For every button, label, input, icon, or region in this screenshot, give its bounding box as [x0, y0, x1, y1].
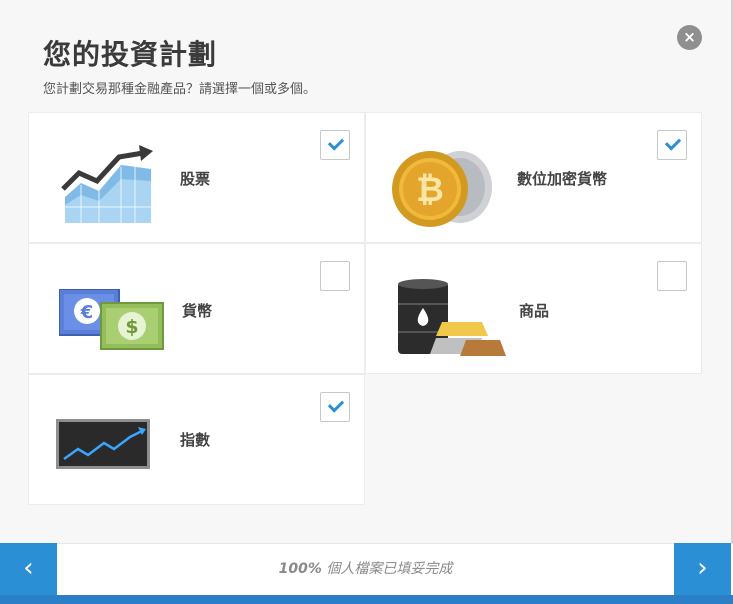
product-card-currencies[interactable]: € $ 貨幣: [28, 243, 365, 374]
progress-bar: [0, 595, 733, 604]
product-label-crypto: 數位加密貨幣: [517, 170, 608, 188]
progress-status: 100% 個人檔案已填妥完成: [57, 543, 674, 595]
product-label-currencies: 貨幣: [182, 302, 213, 320]
index-chart-icon: [56, 419, 150, 469]
page-title: 您的投資計劃: [43, 38, 218, 71]
stock-chart-icon: [61, 145, 153, 223]
progress-footer: ‹ 100% 個人檔案已填妥完成 ›: [0, 543, 733, 604]
progress-label: 個人檔案已填妥完成: [321, 561, 453, 577]
investment-plan-modal: × 您的投資計劃 您計劃交易那種金融產品？請選擇一個或多個。 股票 ₿ 數位加密…: [0, 0, 733, 604]
product-card-indices[interactable]: 指數: [28, 374, 365, 505]
currency-notes-icon: € $: [59, 289, 164, 350]
product-label-stocks: 股票: [180, 170, 211, 188]
svg-text:₿: ₿: [416, 170, 444, 210]
crypto-checkbox[interactable]: [657, 130, 687, 160]
indices-checkbox[interactable]: [320, 392, 350, 422]
close-button[interactable]: ×: [677, 25, 702, 50]
page-subtitle: 您計劃交易那種金融產品？請選擇一個或多個。: [43, 82, 317, 97]
svg-text:€: €: [80, 302, 94, 323]
next-button[interactable]: ›: [674, 543, 731, 595]
commodities-icon: [398, 279, 506, 356]
product-label-commodities: 商品: [519, 302, 550, 320]
product-card-crypto[interactable]: ₿ 數位加密貨幣: [365, 112, 702, 243]
product-card-commodities[interactable]: 商品: [365, 243, 702, 374]
currencies-checkbox[interactable]: [320, 261, 350, 291]
stocks-checkbox[interactable]: [320, 130, 350, 160]
svg-text:$: $: [125, 316, 138, 338]
product-card-stocks[interactable]: 股票: [28, 112, 365, 243]
commodities-checkbox[interactable]: [657, 261, 687, 291]
progress-percent: 100%: [278, 561, 322, 577]
prev-button[interactable]: ‹: [0, 543, 57, 595]
product-label-indices: 指數: [180, 431, 211, 449]
bitcoin-icon: ₿: [392, 151, 492, 227]
